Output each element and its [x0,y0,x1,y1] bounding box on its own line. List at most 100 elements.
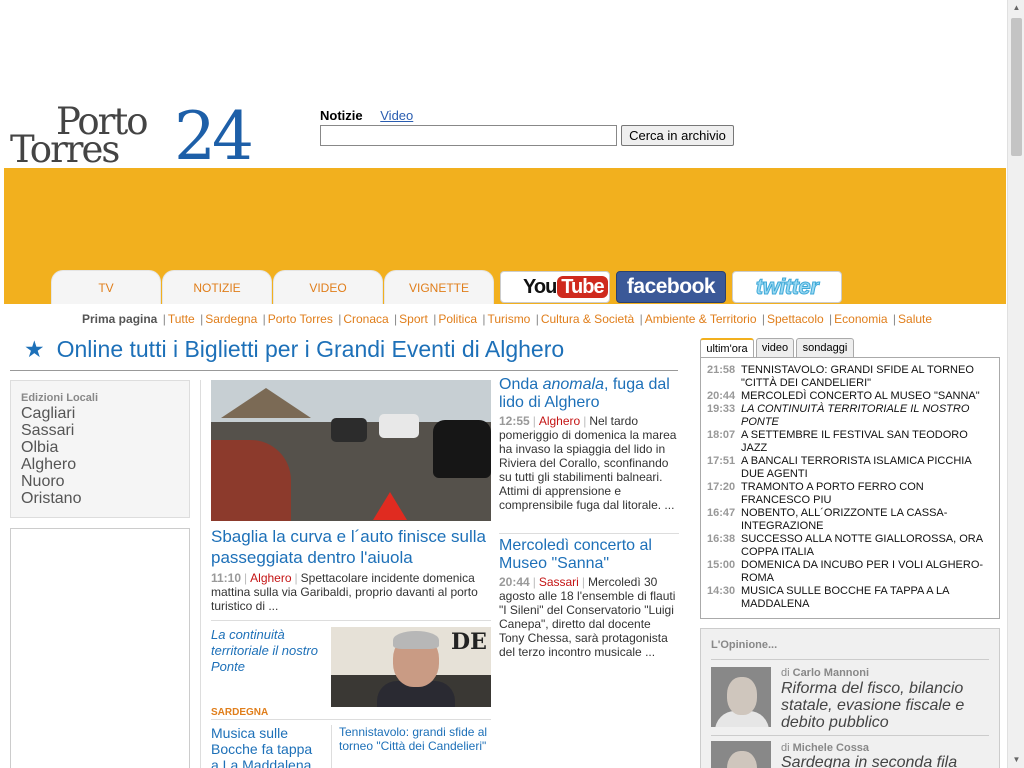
search-input[interactable] [320,125,617,146]
scrollbar-thumb[interactable] [1011,18,1022,156]
ultimora-headline[interactable]: MUSICA SULLE BOCCHE FA TAPPA A LA MADDAL… [741,585,993,611]
second-story-image[interactable]: DE [331,627,491,707]
youtube-logo-icon: You Tube [523,276,608,299]
ultimora-item[interactable]: 15:00 DOMENICA DA INCUBO PER I VOLI ALGHE… [707,559,993,585]
category-ambiente[interactable]: Ambiente & Territorio [645,312,757,326]
ultimora-headline[interactable]: LA CONTINUITÀ TERRITORIALE IL NOSTRO PON… [741,403,993,429]
tab-sondaggi[interactable]: sondaggi [796,338,854,358]
search-tab-notizie[interactable]: Notizie [320,108,363,123]
category-economia[interactable]: Economia [834,312,887,326]
tab-video[interactable]: video [756,338,794,358]
ultimora-item[interactable]: 17:51 A BANCALI TERRORISTA ISLAMICA PICCH… [707,455,993,481]
mid-story-2-place[interactable]: Sassari [539,575,579,589]
ultimora-time: 20:44 [707,390,736,402]
column-divider [200,380,201,768]
category-cronaca[interactable]: Cronaca [343,312,388,326]
mid-story-1-place[interactable]: Alghero [539,414,580,428]
ultimora-item[interactable]: 19:33 LA CONTINUITÀ TERRITORIALE IL NOSTR… [707,403,993,429]
main-story-title[interactable]: Sbaglia la curva e l´auto finisce sulla … [211,526,491,568]
header-band: TV NOTIZIE VIDEO VIGNETTE You Tube facebo… [4,168,1006,304]
category-salute[interactable]: Salute [898,312,932,326]
category-tutte[interactable]: Tutte [168,312,195,326]
edition-alghero[interactable]: Alghero [21,456,179,473]
local-editions-title: Edizioni Locali [21,392,99,404]
vertical-scrollbar[interactable]: ▲ ▼ [1007,0,1024,768]
divider [10,370,678,371]
ultimora-list: 21:58 TENNISTAVOLO: GRANDI SFIDE AL TORNE… [700,357,1000,619]
category-prima-pagina[interactable]: Prima pagina [82,312,157,326]
category-sardegna[interactable]: Sardegna [205,312,257,326]
ultimora-item[interactable]: 14:30 MUSICA SULLE BOCCHE FA TAPPA A LA M… [707,585,993,611]
main-story-image[interactable] [211,380,491,521]
third-story-title[interactable]: Musica sulle Bocche fa tappa a La Maddal… [211,725,323,768]
mid-story-1-title[interactable]: Onda anomala, fuga dal lido di Alghero [499,376,679,412]
ultimora-item[interactable]: 20:44 MERCOLEDÌ CONCERTO AL MUSEO "SANNA" [707,390,993,403]
ultimora-time: 16:47 [707,507,736,519]
ultimora-time: 19:33 [707,403,736,415]
ultimora-headline[interactable]: A SETTEMBRE IL FESTIVAL SAN TEODORO JAZZ [741,429,993,455]
mid-story-1-text: Nel tardo pomeriggio di domenica la mare… [499,414,677,512]
ultimora-time: 16:38 [707,533,736,545]
edition-cagliari[interactable]: Cagliari [21,405,179,422]
promo-banner-link[interactable]: ★ Online tutti i Biglietti per i Grandi E… [24,336,564,363]
mid-story-2-body: 20:44 | Sassari | Mercoledì 30 agosto alle 1… [499,575,676,659]
edition-oristano[interactable]: Oristano [21,490,179,507]
main-story-body: 11:10 | Alghero | Spettacolare incidente dom… [211,571,478,613]
category-politica[interactable]: Politica [438,312,477,326]
opinione-title: L'Opinione... [711,639,778,651]
nav-tab-tv[interactable]: TV [51,270,161,304]
ultimora-headline[interactable]: SUCCESSO ALLA NOTTE GIALLOROSSA, ORA COP… [741,533,993,559]
search-archive-button[interactable]: Cerca in archivio [621,125,734,146]
ad-box [10,528,190,768]
ultimora-item[interactable]: 16:47 NOBENTO, ALL´ORIZZONTE LA CASSA-INT… [707,507,993,533]
scroll-down-icon[interactable]: ▼ [1008,752,1024,768]
tab-ultimora[interactable]: ultim'ora [700,338,754,358]
facebook-button[interactable]: facebook [616,271,726,303]
opinione-headline[interactable]: Sardegna in seconda fila [781,754,995,768]
nav-tab-notizie[interactable]: NOTIZIE [162,270,272,304]
ultimora-headline[interactable]: TENNISTAVOLO: GRANDI SFIDE AL TORNEO "CI… [741,364,993,390]
category-cultura[interactable]: Cultura & Società [541,312,634,326]
site-logo[interactable]: Porto Torres 24 [10,103,254,170]
twitter-logo-icon: twitter [755,274,819,300]
ultimora-item[interactable]: 16:38 SUCCESSO ALLA NOTTE GIALLOROSSA, OR… [707,533,993,559]
opinione-author-photo[interactable] [711,741,771,768]
category-porto-torres[interactable]: Porto Torres [268,312,333,326]
edition-nuoro[interactable]: Nuoro [21,473,179,490]
mid-story-1-time: 12:55 [499,414,530,428]
edition-olbia[interactable]: Olbia [21,439,179,456]
category-sport[interactable]: Sport [399,312,428,326]
nav-tab-video[interactable]: VIDEO [273,270,383,304]
divider [211,719,491,720]
edition-sassari[interactable]: Sassari [21,422,179,439]
second-story-title[interactable]: La continuità territoriale il nostro Pon… [211,627,323,675]
ultimora-headline[interactable]: NOBENTO, ALL´ORIZZONTE LA CASSA-INTEGRAZ… [741,507,993,533]
ultimora-time: 17:20 [707,481,736,493]
mid-story-1-body: 12:55 | Alghero | Nel tardo pomeriggio di do… [499,414,677,512]
ultimora-time: 15:00 [707,559,736,571]
ultimora-headline[interactable]: DOMENICA DA INCUBO PER I VOLI ALGHERO-RO… [741,559,993,585]
scroll-up-icon[interactable]: ▲ [1008,0,1024,16]
category-spettacolo[interactable]: Spettacolo [767,312,824,326]
fourth-story-title[interactable]: Tennistavolo: grandi sfide al torneo "Ci… [339,725,489,753]
mid-story-2-title[interactable]: Mercoledì concerto al Museo "Sanna" [499,537,679,573]
youtube-button[interactable]: You Tube [500,271,610,303]
ultimora-time: 14:30 [707,585,736,597]
divider [711,659,989,660]
ultimora-headline[interactable]: A BANCALI TERRORISTA ISLAMICA PICCHIA DU… [741,455,993,481]
nav-tab-vignette[interactable]: VIGNETTE [384,270,494,304]
category-turismo[interactable]: Turismo [487,312,530,326]
ultimora-item[interactable]: 17:20 TRAMONTO A PORTO FERRO CON FRANCESC… [707,481,993,507]
twitter-button[interactable]: twitter [732,271,842,303]
section-label[interactable]: SARDEGNA [211,707,268,718]
ultimora-item[interactable]: 18:07 A SETTEMBRE IL FESTIVAL SAN TEODORO… [707,429,993,455]
ultimora-time: 17:51 [707,455,736,467]
search-tab-video[interactable]: Video [380,108,413,123]
ultimora-headline[interactable]: TRAMONTO A PORTO FERRO CON FRANCESCO PIU [741,481,993,507]
opinione-headline[interactable]: Riforma del fisco, bilancio statale, eva… [781,680,995,731]
opinione-author-photo[interactable] [711,667,771,727]
ultimora-headline[interactable]: MERCOLEDÌ CONCERTO AL MUSEO "SANNA" [741,390,993,403]
divider [499,533,679,534]
main-story-place[interactable]: Alghero [250,571,291,585]
ultimora-item[interactable]: 21:58 TENNISTAVOLO: GRANDI SFIDE AL TORNE… [707,364,993,390]
